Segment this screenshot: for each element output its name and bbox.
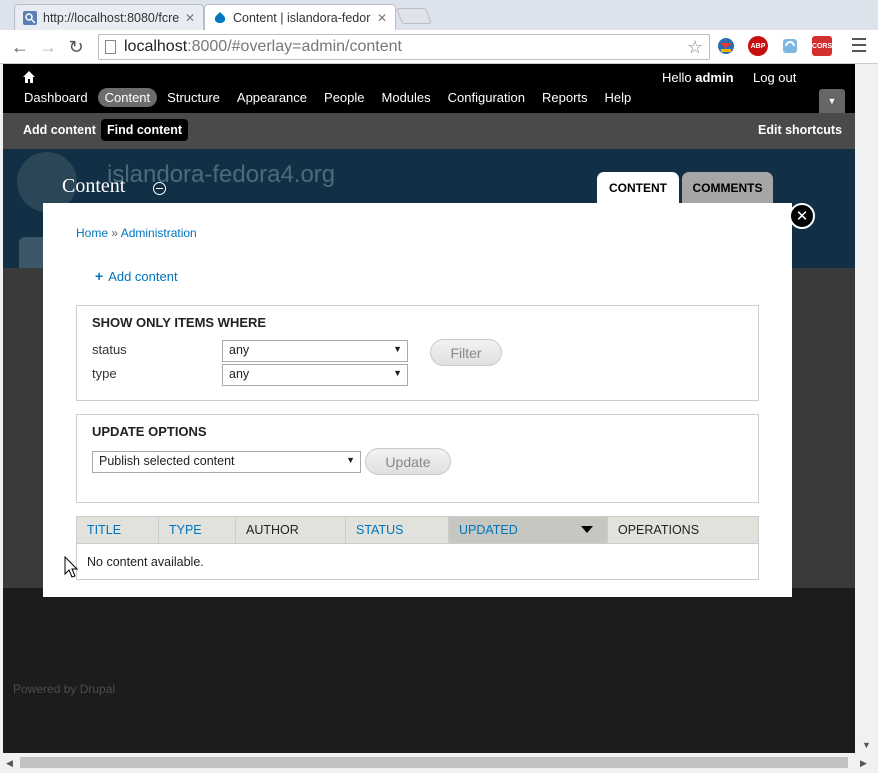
column-updated[interactable]: UPDATED	[449, 517, 608, 543]
bookmark-star-icon[interactable]: ☆	[687, 37, 703, 58]
search-favicon-icon	[23, 10, 37, 25]
breadcrumb-home[interactable]: Home	[76, 226, 108, 240]
dropdown-arrow-icon: ▼	[393, 344, 402, 354]
content-table: TITLE TYPE AUTHOR STATUS UPDATED OPERATI…	[76, 516, 759, 580]
admin-menu: Dashboard Content Structure Appearance P…	[17, 88, 641, 107]
cors-icon[interactable]: CORS	[812, 36, 832, 56]
update-legend: UPDATE OPTIONS	[92, 424, 207, 439]
tab-comments[interactable]: COMMENTS	[682, 172, 773, 203]
browser-menu-icon[interactable]	[852, 38, 866, 56]
filter-legend: SHOW ONLY ITEMS WHERE	[92, 315, 267, 330]
column-type[interactable]: TYPE	[159, 517, 236, 543]
overlay-dialog: Home » Administration + Add content SHOW…	[43, 203, 792, 597]
edit-shortcuts-link[interactable]: Edit shortcuts	[752, 119, 848, 141]
tab-title: http://localhost:8080/fcrep	[43, 10, 179, 25]
vertical-scrollbar[interactable]: ▼	[855, 64, 878, 753]
overlay-title: Content	[62, 175, 126, 197]
mouse-cursor-icon	[64, 555, 79, 581]
reload-icon[interactable]: ↻	[64, 35, 88, 59]
update-action-select[interactable]: Publish selected content ▼	[92, 451, 361, 473]
forward-icon[interactable]: →	[36, 35, 60, 59]
scroll-right-icon[interactable]: ▶	[860, 758, 867, 769]
powered-by: Powered by Drupal	[13, 682, 116, 696]
table-header: TITLE TYPE AUTHOR STATUS UPDATED OPERATI…	[77, 517, 758, 544]
browser-tab-fcrepo[interactable]: http://localhost:8080/fcrep ✕	[14, 4, 204, 30]
page-icon	[105, 40, 116, 54]
home-icon[interactable]	[23, 70, 35, 86]
menu-dashboard[interactable]: Dashboard	[17, 88, 95, 107]
address-bar[interactable]: localhost:8000/#overlay=admin/content ☆	[98, 34, 710, 60]
logout-link[interactable]: Log out	[753, 70, 796, 85]
close-overlay-icon[interactable]: ✕	[789, 203, 815, 229]
dropdown-arrow-icon: ▼	[346, 455, 355, 465]
scroll-down-icon[interactable]: ▼	[862, 740, 871, 750]
tab-content[interactable]: CONTENT	[597, 172, 679, 203]
menu-help[interactable]: Help	[598, 88, 639, 107]
filter-fieldset: SHOW ONLY ITEMS WHERE status any ▼ type …	[76, 305, 759, 401]
menu-content[interactable]: Content	[97, 88, 158, 107]
status-select[interactable]: any ▼	[222, 340, 408, 362]
drupal-favicon-icon	[213, 11, 227, 25]
menu-reports[interactable]: Reports	[535, 88, 595, 107]
menu-modules[interactable]: Modules	[375, 88, 438, 107]
column-title[interactable]: TITLE	[77, 517, 159, 543]
drupal-admin-toolbar: Hello admin Log out Dashboard Content St…	[3, 64, 855, 113]
shortcut-find-content[interactable]: Find content	[101, 119, 188, 141]
update-fieldset: UPDATE OPTIONS Publish selected content …	[76, 414, 759, 503]
hello-user: Hello admin	[662, 70, 734, 85]
chevron-down-icon: ▼	[827, 96, 837, 106]
browser-toolbar: ← → ↻ localhost:8000/#overlay=admin/cont…	[0, 30, 878, 64]
url-host: localhost	[124, 38, 188, 55]
site-name: islandora-fedora4.org	[107, 161, 336, 188]
toolbar-drawer-toggle[interactable]: ▼	[819, 89, 845, 113]
close-icon[interactable]: ✕	[185, 11, 195, 25]
shortcut-add-content[interactable]: Add content	[17, 119, 102, 141]
close-icon[interactable]: ✕	[377, 11, 387, 25]
horizontal-scroll-thumb[interactable]	[20, 757, 848, 768]
scroll-left-icon[interactable]: ◀	[6, 758, 13, 769]
column-status[interactable]: STATUS	[346, 517, 449, 543]
tab-title: Content | islandora-fedora	[233, 10, 371, 25]
plus-icon: +	[95, 268, 104, 284]
menu-people[interactable]: People	[317, 88, 371, 107]
status-label: status	[92, 342, 127, 357]
menu-structure[interactable]: Structure	[160, 88, 227, 107]
breadcrumb-administration[interactable]: Administration	[121, 226, 197, 240]
browser-tabstrip: http://localhost:8080/fcrep ✕ Content | …	[0, 0, 878, 30]
browser-tab-content[interactable]: Content | islandora-fedora ✕	[204, 4, 396, 30]
column-author: AUTHOR	[236, 517, 346, 543]
page-viewport: Hello admin Log out Dashboard Content St…	[3, 64, 855, 753]
menu-appearance[interactable]: Appearance	[230, 88, 314, 107]
type-select[interactable]: any ▼	[222, 364, 408, 386]
globe-extension-icon[interactable]	[716, 36, 736, 56]
menu-configuration[interactable]: Configuration	[441, 88, 532, 107]
type-label: type	[92, 366, 117, 381]
shortcuts-bar: Add content Find content Edit shortcuts	[3, 113, 855, 149]
add-content-link[interactable]: + Add content	[95, 268, 178, 284]
dropdown-arrow-icon: ▼	[393, 368, 402, 378]
back-icon[interactable]: ←	[8, 35, 32, 59]
url-path: :8000/#overlay=admin/content	[187, 38, 402, 55]
site-footer: Powered by Drupal	[3, 588, 855, 753]
horizontal-scrollbar[interactable]: ◀ ▶	[0, 753, 878, 773]
abp-icon[interactable]: ABP	[748, 36, 768, 56]
empty-row: No content available.	[87, 554, 204, 569]
sync-extension-icon[interactable]	[780, 36, 800, 56]
update-button[interactable]: Update	[365, 448, 451, 475]
username-link[interactable]: admin	[695, 70, 733, 85]
column-operations: OPERATIONS	[618, 523, 700, 537]
collapse-icon[interactable]	[153, 182, 166, 195]
breadcrumb: Home » Administration	[76, 226, 197, 240]
new-tab-button[interactable]	[396, 8, 432, 24]
filter-button[interactable]: Filter	[430, 339, 502, 366]
sort-desc-icon	[581, 526, 593, 533]
